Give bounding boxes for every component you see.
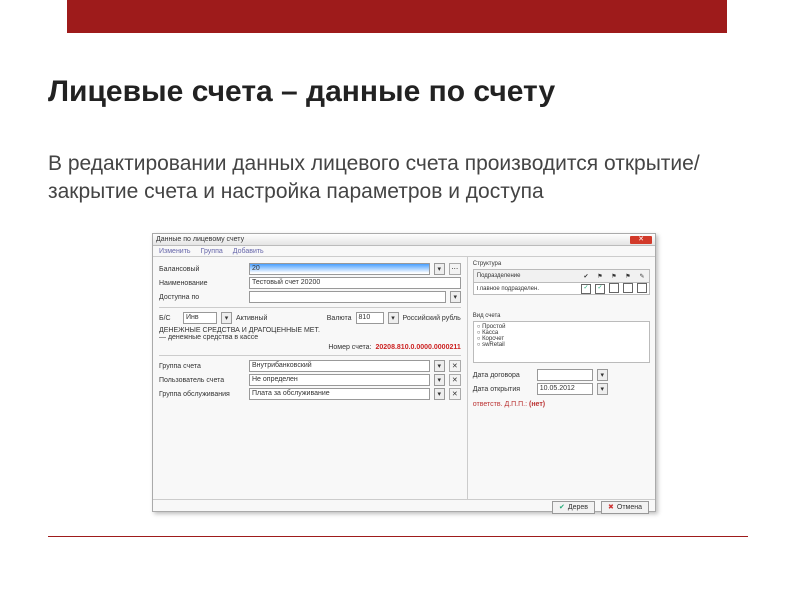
section-text: ДЕНЕЖНЫЕ СРЕДСТВА И ДРАГОЦЕННЫЕ МЕТ. <box>159 327 461 334</box>
slide-footer-rule <box>48 536 748 537</box>
checkbox[interactable]: ✓ <box>581 284 591 294</box>
field-contract-date[interactable] <box>537 369 593 381</box>
field-access[interactable] <box>249 291 446 303</box>
label-open-date: Дата открытия <box>473 386 533 393</box>
label-currency: Валюта <box>327 315 352 322</box>
field-currency-code[interactable]: 810 <box>356 312 384 324</box>
field-group[interactable]: Внутрибанковский <box>249 360 430 372</box>
menu-edit[interactable]: Изменить <box>159 248 191 255</box>
field-bs[interactable]: Инв <box>183 312 217 324</box>
pencil-icon: ✎ <box>635 273 649 280</box>
label-access: Доступна по <box>159 294 245 301</box>
field-name[interactable]: Тестовый счет 20200 <box>249 277 461 289</box>
flag-icon: ⚑ <box>593 273 607 280</box>
clear-icon[interactable]: ✕ <box>449 374 461 386</box>
menu-add[interactable]: Добавить <box>233 248 264 255</box>
tree-col-name: Подразделение <box>474 273 579 279</box>
field-open-date[interactable]: 10.05.2012 <box>537 383 593 395</box>
opt-swretail[interactable]: swRetail <box>482 342 505 348</box>
label-user: Пользователь счета <box>159 377 245 384</box>
calendar-icon[interactable]: ▾ <box>597 369 608 381</box>
checkbox[interactable] <box>637 283 647 293</box>
ok-button[interactable]: ✔ Дерев <box>552 501 595 514</box>
chevron-down-icon[interactable]: ▾ <box>434 388 445 400</box>
subsection-text: — денежные средства в кассе <box>159 334 461 341</box>
checkbox[interactable] <box>623 283 633 293</box>
check-icon: ✔ <box>579 273 593 280</box>
field-balance[interactable]: 20 <box>249 263 430 275</box>
cancel-icon: ✖ <box>608 503 614 511</box>
calendar-icon[interactable]: ▾ <box>597 383 608 395</box>
label-side-title: Вид счета <box>473 313 650 319</box>
label-acct-number: Номер счета: <box>328 344 371 351</box>
menu-group[interactable]: Группа <box>201 248 223 255</box>
label-service-group: Группа обслуживания <box>159 391 245 398</box>
account-number: 20208.810.0.0000.0000211 <box>376 344 461 351</box>
clear-icon[interactable]: ✕ <box>449 360 461 372</box>
chevron-down-icon[interactable]: ▾ <box>221 312 232 324</box>
owner-line: ответств. Д.П.П.: (нет) <box>473 401 650 408</box>
label-group: Группа счета <box>159 363 245 370</box>
field-user[interactable]: Не определен <box>249 374 430 386</box>
chevron-down-icon[interactable]: ▾ <box>450 291 461 303</box>
dialog-titlebar: Данные по лицевому счету ✕ <box>153 234 655 246</box>
dialog-screenshot: Данные по лицевому счету ✕ Изменить Груп… <box>152 233 656 512</box>
currency-name: Российский рубль <box>403 315 461 322</box>
field-service-group[interactable]: Плата за обслуживание <box>249 388 430 400</box>
chevron-down-icon[interactable]: ▾ <box>434 263 445 275</box>
dialog-toolbar: Изменить Группа Добавить <box>153 246 655 257</box>
tree-header: Подразделение ✔ ⚑ ⚑ ⚑ ✎ <box>473 269 650 283</box>
chevron-down-icon[interactable]: ▾ <box>434 360 445 372</box>
chevron-down-icon[interactable]: ▾ <box>434 374 445 386</box>
lookup-icon[interactable]: ⋯ <box>449 263 461 275</box>
clear-icon[interactable]: ✕ <box>449 388 461 400</box>
dialog-footer: ✔ Дерев ✖ Отмена <box>153 499 655 514</box>
label-active: Активный <box>236 315 267 322</box>
tree-row[interactable]: Главное подразделен. ✓ ✓ <box>473 283 650 295</box>
tree-header-label: Структура <box>473 261 650 267</box>
checkbox[interactable]: ✓ <box>595 284 605 294</box>
label-balance: Балансовый <box>159 266 245 273</box>
dialog-left-panel: Балансовый 20 ▾ ⋯ Наименование Тестовый … <box>153 257 467 499</box>
tree-row-name: Главное подразделен. <box>474 286 579 292</box>
label-bs: Б/С <box>159 315 179 322</box>
label-name: Наименование <box>159 280 245 287</box>
check-icon: ✔ <box>559 503 565 511</box>
accent-bar <box>67 0 727 33</box>
checkbox[interactable] <box>609 283 619 293</box>
close-button[interactable]: ✕ <box>630 236 652 244</box>
dialog-title: Данные по лицевому счету <box>156 236 244 243</box>
flag-icon: ⚑ <box>607 273 621 280</box>
chevron-down-icon[interactable]: ▾ <box>388 312 399 324</box>
account-type-options: ○ Простой ○ Касса ○ Корсчет ○ swRetail <box>473 321 650 363</box>
label-contract-date: Дата договора <box>473 372 533 379</box>
slide-title: Лицевые счета – данные по счету <box>48 75 555 109</box>
slide-description: В редактировании данных лицевого счета п… <box>48 150 738 207</box>
dialog-right-panel: Структура Подразделение ✔ ⚑ ⚑ ⚑ ✎ Главно… <box>467 257 655 499</box>
flag-icon: ⚑ <box>621 273 635 280</box>
cancel-button[interactable]: ✖ Отмена <box>601 501 649 514</box>
